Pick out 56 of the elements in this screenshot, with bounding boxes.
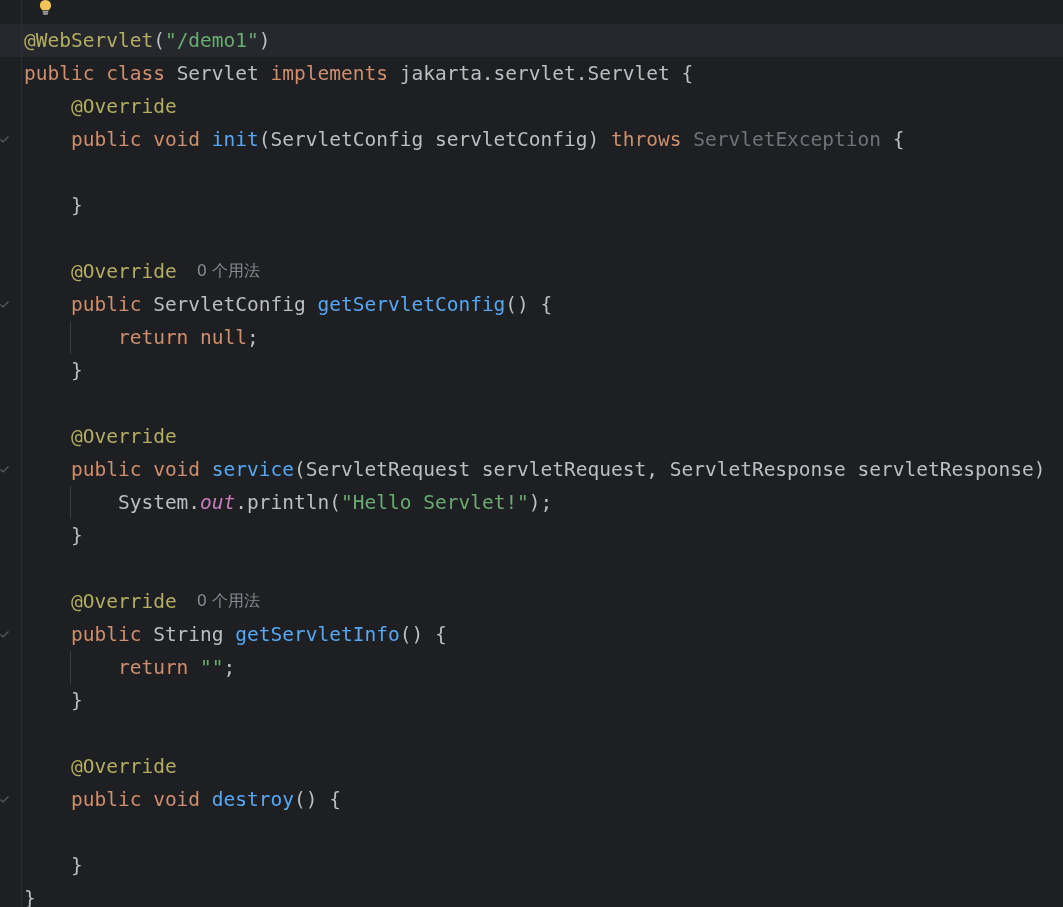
- code-text: Servlet: [176, 62, 260, 85]
- code-string: "": [200, 656, 224, 679]
- check-icon[interactable]: [0, 466, 9, 473]
- code-annotation: @Override: [69, 425, 177, 448]
- code-text: }: [69, 854, 83, 877]
- check-icon[interactable]: [0, 631, 9, 638]
- lightbulb-icon[interactable]: [39, 0, 52, 15]
- code-text: () {: [294, 788, 341, 811]
- check-icon[interactable]: [0, 301, 9, 308]
- code-method: getServletInfo: [235, 623, 400, 646]
- code-keyword: public void: [69, 788, 202, 811]
- code-text: {: [891, 128, 905, 151]
- check-icon[interactable]: [0, 136, 9, 143]
- code-method: getServletConfig: [317, 293, 506, 316]
- code-text: () {: [399, 623, 447, 646]
- code-text: String: [153, 623, 225, 646]
- usage-hint[interactable]: 0 个用法: [196, 261, 260, 282]
- code-annotation: @Override: [69, 755, 177, 778]
- code-annotation: @Override: [69, 260, 177, 283]
- code-string: "/demo1": [164, 29, 259, 52]
- code-keyword: public: [69, 293, 143, 316]
- code-field: out: [200, 491, 236, 514]
- code-text: (ServletConfig servletConfig): [258, 128, 601, 151]
- code-method: destroy: [211, 788, 295, 811]
- code-keyword: throws: [611, 128, 683, 151]
- code-method: service: [211, 458, 295, 481]
- code-keyword: implements: [270, 62, 389, 85]
- code-keyword: return null: [116, 326, 248, 349]
- code-text: }: [69, 359, 83, 382]
- code-text: System.: [116, 491, 201, 514]
- code-text: ;: [247, 326, 259, 349]
- code-text: }: [69, 689, 83, 712]
- code-keyword: public: [69, 623, 143, 646]
- code-keyword: public class: [24, 62, 166, 85]
- code-text: ): [258, 29, 271, 52]
- code-keyword: public void: [69, 128, 202, 151]
- usage-hint[interactable]: 0 个用法: [196, 591, 260, 612]
- code-keyword: public void: [69, 458, 202, 481]
- code-type: ServletException: [693, 128, 882, 151]
- code-text: () {: [505, 293, 553, 316]
- code-text: );: [528, 491, 553, 514]
- code-text: }: [69, 194, 83, 217]
- code-text: (: [153, 29, 165, 52]
- code-text: }: [69, 524, 83, 547]
- code-text: .println(: [235, 491, 341, 514]
- code-annotation: @Override: [69, 95, 177, 118]
- code-text: (ServletRequest servletRequest, ServletResponse servletResponse): [294, 458, 1046, 481]
- code-keyword: return: [116, 656, 190, 679]
- code-string: "Hello Servlet!": [341, 491, 529, 514]
- code-annotation: @WebServlet: [24, 29, 154, 52]
- code-text: ServletConfig: [153, 293, 307, 316]
- code-annotation: @Override: [69, 590, 177, 613]
- code-text: ;: [223, 656, 236, 679]
- check-icon[interactable]: [0, 796, 9, 803]
- code-text: jakarta.servlet.Servlet {: [399, 62, 694, 85]
- code-method: init: [211, 128, 259, 151]
